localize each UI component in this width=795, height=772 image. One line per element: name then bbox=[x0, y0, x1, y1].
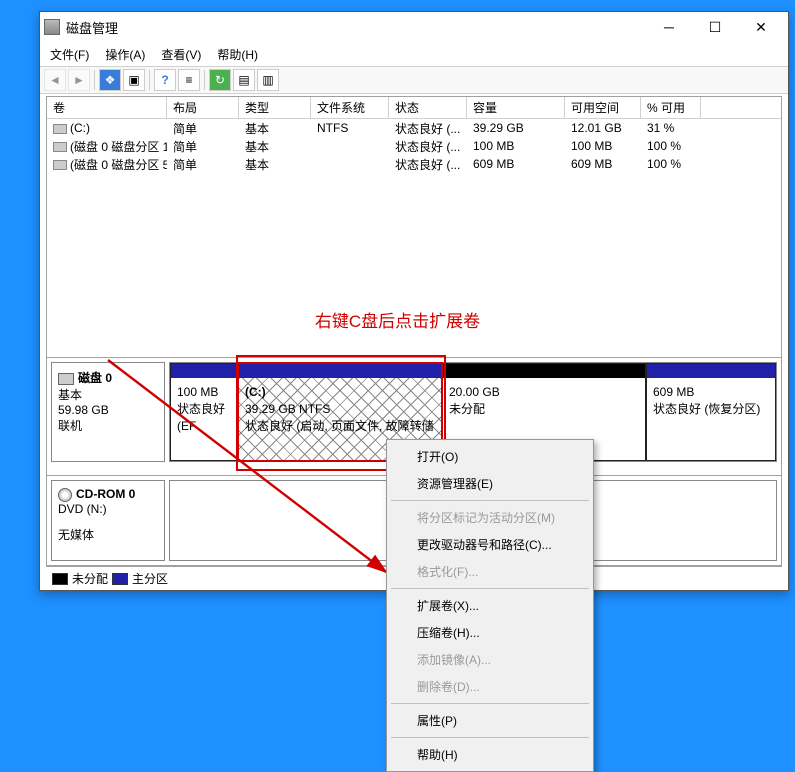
disk-size: 59.98 GB bbox=[58, 403, 158, 417]
ctx-help[interactable]: 帮助(H) bbox=[389, 741, 591, 768]
partition-size: 609 MB bbox=[653, 384, 769, 401]
ctx-separator bbox=[391, 737, 589, 738]
partition-efi[interactable]: 100 MB 状态良好 (EF bbox=[170, 363, 238, 461]
ctx-separator bbox=[391, 500, 589, 501]
table-row[interactable]: (磁盘 0 磁盘分区 5)简单基本状态良好 (...609 MB609 MB10… bbox=[47, 155, 781, 173]
ctx-add-mirror: 添加镜像(A)... bbox=[389, 646, 591, 673]
ctx-open[interactable]: 打开(O) bbox=[389, 443, 591, 470]
partition-body: 609 MB 状态良好 (恢复分区) bbox=[647, 378, 775, 460]
hard-disk-icon bbox=[58, 373, 74, 385]
ctx-separator bbox=[391, 588, 589, 589]
legend-swatch-primary bbox=[112, 573, 128, 585]
partition-status: 状态良好 (恢复分区) bbox=[653, 401, 769, 418]
back-button: ◄ bbox=[44, 69, 66, 91]
toolbar-button-6[interactable]: ▤ bbox=[233, 69, 255, 91]
help-button[interactable]: ? bbox=[154, 69, 176, 91]
minimize-button[interactable]: ─ bbox=[646, 12, 692, 42]
col-filesystem[interactable]: 文件系统 bbox=[311, 97, 389, 118]
toolbar-button-7[interactable]: ▥ bbox=[257, 69, 279, 91]
legend-primary: 主分区 bbox=[132, 570, 168, 587]
ctx-change-drive[interactable]: 更改驱动器号和路径(C)... bbox=[389, 531, 591, 558]
partition-status: 状态良好 (启动, 页面文件, 故障转储 bbox=[245, 418, 435, 435]
ctx-mark-active: 将分区标记为活动分区(M) bbox=[389, 504, 591, 531]
menubar: 文件(F) 操作(A) 查看(V) 帮助(H) bbox=[40, 42, 788, 66]
partition-size: 20.00 GB bbox=[449, 384, 639, 401]
partition-header bbox=[171, 364, 237, 378]
col-capacity[interactable]: 容量 bbox=[467, 97, 565, 118]
table-row[interactable]: (C:)简单基本NTFS状态良好 (...39.29 GB12.01 GB31 … bbox=[47, 119, 781, 137]
col-type[interactable]: 类型 bbox=[239, 97, 311, 118]
col-pct[interactable]: % 可用 bbox=[641, 97, 701, 118]
toolbar-button-4[interactable]: ≡ bbox=[178, 69, 200, 91]
partition-size: 100 MB bbox=[177, 384, 231, 401]
partition-recovery[interactable]: 609 MB 状态良好 (恢复分区) bbox=[646, 363, 776, 461]
col-layout[interactable]: 布局 bbox=[167, 97, 239, 118]
volume-list-header: 卷 布局 类型 文件系统 状态 容量 可用空间 % 可用 bbox=[47, 97, 781, 119]
partition-header bbox=[239, 364, 441, 378]
ctx-delete: 删除卷(D)... bbox=[389, 673, 591, 700]
cdrom-info[interactable]: CD-ROM 0 DVD (N:) 无媒体 bbox=[51, 480, 165, 561]
ctx-separator bbox=[391, 703, 589, 704]
col-volume[interactable]: 卷 bbox=[47, 97, 167, 118]
toolbar-button-5[interactable]: ↻ bbox=[209, 69, 231, 91]
properties-button[interactable]: ▣ bbox=[123, 69, 145, 91]
forward-button: ► bbox=[68, 69, 90, 91]
maximize-button[interactable]: ☐ bbox=[692, 12, 738, 42]
partition-header bbox=[647, 364, 775, 378]
app-icon bbox=[44, 19, 60, 35]
window-title: 磁盘管理 bbox=[66, 18, 646, 37]
disk-state: 联机 bbox=[58, 417, 158, 434]
disk-0-info[interactable]: 磁盘 0 基本 59.98 GB 联机 bbox=[51, 362, 165, 462]
ctx-format: 格式化(F)... bbox=[389, 558, 591, 585]
ctx-explorer[interactable]: 资源管理器(E) bbox=[389, 470, 591, 497]
titlebar[interactable]: 磁盘管理 ─ ☐ ✕ bbox=[40, 12, 788, 42]
ctx-shrink[interactable]: 压缩卷(H)... bbox=[389, 619, 591, 646]
context-menu: 打开(O) 资源管理器(E) 将分区标记为活动分区(M) 更改驱动器号和路径(C… bbox=[386, 439, 594, 772]
partition-header bbox=[443, 364, 645, 378]
toolbar-separator bbox=[149, 70, 150, 90]
col-status[interactable]: 状态 bbox=[389, 97, 467, 118]
ctx-extend[interactable]: 扩展卷(X)... bbox=[389, 592, 591, 619]
disk-label: 磁盘 0 bbox=[78, 371, 112, 385]
ctx-properties[interactable]: 属性(P) bbox=[389, 707, 591, 734]
partition-body: 100 MB 状态良好 (EF bbox=[171, 378, 237, 460]
legend-swatch-unallocated bbox=[52, 573, 68, 585]
col-free[interactable]: 可用空间 bbox=[565, 97, 641, 118]
partition-label: (C:) bbox=[245, 385, 266, 399]
cdrom-line2: 无媒体 bbox=[58, 526, 158, 543]
menu-action[interactable]: 操作(A) bbox=[99, 44, 151, 65]
cdrom-label: CD-ROM 0 bbox=[76, 487, 135, 501]
cd-icon bbox=[58, 488, 72, 502]
menu-help[interactable]: 帮助(H) bbox=[211, 44, 264, 65]
refresh-button[interactable]: ❖ bbox=[99, 69, 121, 91]
toolbar-separator bbox=[204, 70, 205, 90]
partition-size: 39.29 GB NTFS bbox=[245, 401, 435, 418]
toolbar: ◄ ► ❖ ▣ ? ≡ ↻ ▤ ▥ bbox=[40, 66, 788, 94]
toolbar-separator bbox=[94, 70, 95, 90]
cdrom-line1: DVD (N:) bbox=[58, 502, 158, 516]
partition-status: 未分配 bbox=[449, 401, 639, 418]
close-button[interactable]: ✕ bbox=[738, 12, 784, 42]
partition-status: 状态良好 (EF bbox=[177, 401, 231, 435]
menu-file[interactable]: 文件(F) bbox=[44, 44, 95, 65]
volume-list[interactable]: (C:)简单基本NTFS状态良好 (...39.29 GB12.01 GB31 … bbox=[47, 119, 781, 173]
legend-unallocated: 未分配 bbox=[72, 570, 108, 587]
table-row[interactable]: (磁盘 0 磁盘分区 1)简单基本状态良好 (...100 MB100 MB10… bbox=[47, 137, 781, 155]
spacer bbox=[47, 173, 781, 357]
disk-type: 基本 bbox=[58, 386, 158, 403]
menu-view[interactable]: 查看(V) bbox=[155, 44, 207, 65]
